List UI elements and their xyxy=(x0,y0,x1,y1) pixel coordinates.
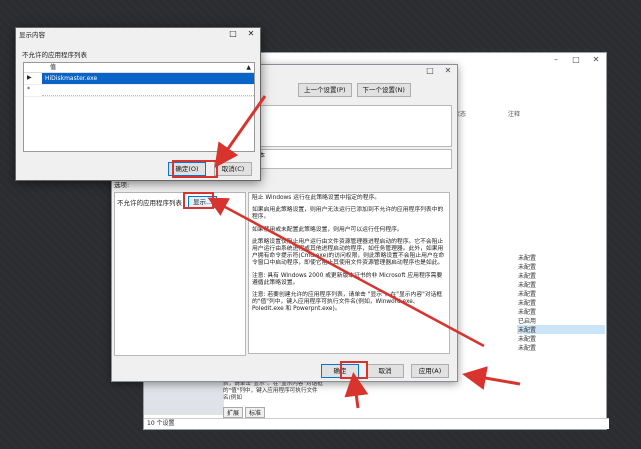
arrow-to-apply xyxy=(462,366,521,390)
arrow-to-ok xyxy=(214,95,267,168)
annotation-arrows xyxy=(207,95,521,409)
arrow-to-confirm xyxy=(344,372,369,409)
arrow-to-show xyxy=(207,197,485,348)
